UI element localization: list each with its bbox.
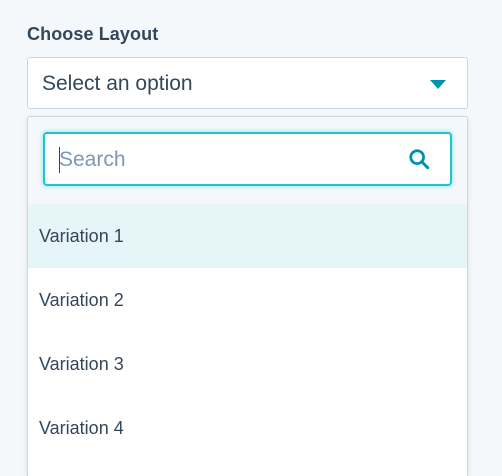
layout-select[interactable]: Select an option bbox=[27, 57, 468, 109]
option-label: Variation 4 bbox=[39, 418, 124, 438]
option-label: Variation 3 bbox=[39, 354, 124, 374]
option-variation-2[interactable]: Variation 2 bbox=[28, 268, 467, 332]
option-label: Variation 1 bbox=[39, 226, 124, 246]
caret-down-icon bbox=[430, 80, 446, 89]
search-input[interactable] bbox=[59, 146, 399, 174]
search-icon[interactable] bbox=[408, 148, 430, 170]
select-value: Select an option bbox=[42, 72, 193, 95]
option-variation-3[interactable]: Variation 3 bbox=[28, 332, 467, 396]
search-box[interactable] bbox=[43, 132, 452, 186]
option-label: Variation 2 bbox=[39, 290, 124, 310]
dropdown-menu: Variation 1 Variation 2 Variation 3 Vari… bbox=[27, 116, 468, 476]
search-area bbox=[28, 117, 467, 204]
text-cursor bbox=[59, 147, 60, 173]
option-variation-4[interactable]: Variation 4 bbox=[28, 396, 467, 460]
option-variation-1[interactable]: Variation 1 bbox=[28, 204, 467, 268]
field-label: Choose Layout bbox=[27, 24, 159, 44]
